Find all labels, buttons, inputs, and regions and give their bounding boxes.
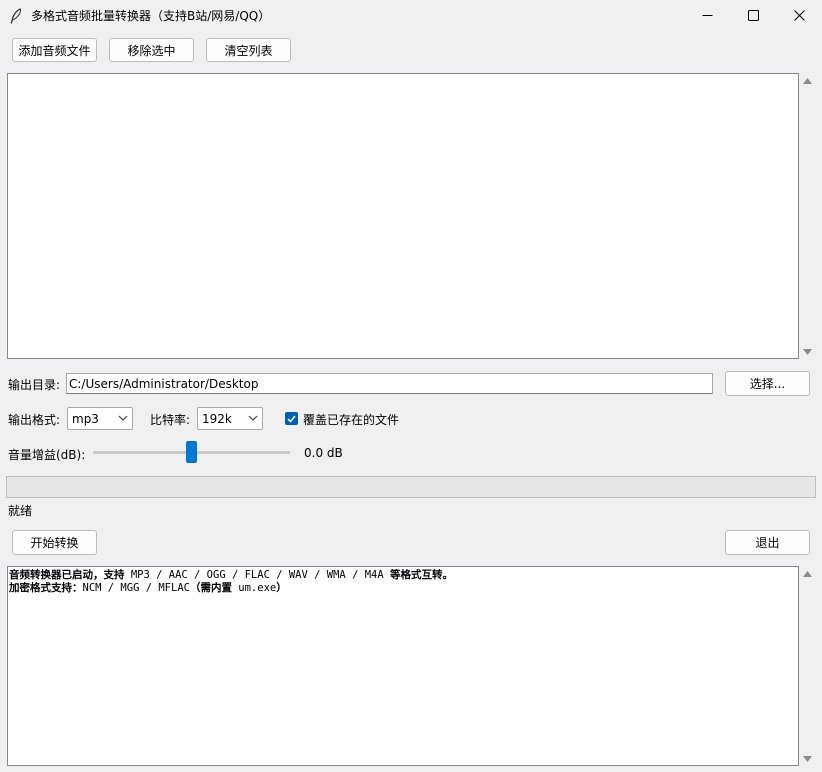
log-scrollbar[interactable]: [799, 566, 816, 766]
output-dir-input[interactable]: C:/Users/Administrator/Desktop: [66, 373, 713, 394]
log-line: 音频转换器已启动，支持 MP3 / AAC / OGG / FLAC / WAV…: [9, 569, 798, 582]
bitrate-label: 比特率:: [150, 413, 191, 427]
minimize-button[interactable]: [684, 0, 730, 31]
file-listbox[interactable]: [7, 73, 799, 359]
start-convert-button[interactable]: 开始转换: [12, 530, 97, 555]
clear-list-button[interactable]: 清空列表: [206, 38, 291, 62]
scroll-down-arrow-icon[interactable]: [799, 349, 816, 355]
log-text: 音频转换器已启动，支持: [9, 569, 125, 581]
window-title: 多格式音频批量转换器（支持B站/网易/QQ）: [31, 9, 271, 23]
log-text: um.exe: [231, 582, 277, 594]
log-text: 等格式互转。: [390, 569, 454, 581]
overwrite-label: 覆盖已存在的文件: [303, 413, 400, 427]
bitrate-select[interactable]: 192k: [197, 407, 263, 430]
chevron-down-icon: [118, 415, 128, 421]
log-text: （需内置: [189, 582, 232, 594]
log-line: 加密格式支持：NCM / MGG / MFLAC（需内置 um.exe）: [9, 582, 798, 595]
maximize-icon: [747, 10, 759, 21]
title-bar: 多格式音频批量转换器（支持B站/网易/QQ）: [0, 0, 822, 31]
gain-slider-thumb[interactable]: [186, 441, 197, 463]
close-button[interactable]: [776, 0, 822, 31]
exit-button[interactable]: 退出: [725, 530, 810, 555]
gain-label: 音量增益(dB):: [8, 448, 86, 462]
output-format-select[interactable]: mp3: [67, 407, 133, 430]
log-text: MP3 / AAC / OGG / FLAC / WAV / WMA / M4A: [124, 569, 391, 581]
scroll-down-arrow-icon[interactable]: [799, 756, 816, 762]
output-format-label: 输出格式:: [8, 413, 61, 427]
scroll-up-arrow-icon[interactable]: [799, 78, 816, 84]
log-text: NCM / MGG / MFLAC: [82, 582, 190, 594]
add-audio-files-button[interactable]: 添加音频文件: [12, 38, 97, 62]
log-text: ）: [276, 582, 287, 594]
overwrite-checkbox[interactable]: [285, 412, 298, 425]
checkmark-icon: [287, 415, 296, 423]
remove-selected-button[interactable]: 移除选中: [109, 38, 194, 62]
close-icon: [793, 10, 805, 21]
bitrate-value: 192k: [202, 411, 232, 426]
gain-value: 0.0 dB: [304, 446, 343, 460]
log-text: 加密格式支持：: [9, 582, 83, 594]
progress-bar: [6, 476, 816, 498]
output-format-value: mp3: [72, 411, 99, 426]
status-text: 就绪: [8, 504, 33, 518]
feather-app-icon: [10, 8, 22, 24]
maximize-button[interactable]: [730, 0, 776, 31]
scroll-up-arrow-icon[interactable]: [799, 571, 816, 577]
minimize-icon: [702, 15, 712, 16]
chevron-down-icon: [248, 415, 258, 421]
log-textbox[interactable]: 音频转换器已启动，支持 MP3 / AAC / OGG / FLAC / WAV…: [7, 566, 799, 766]
output-dir-label: 输出目录:: [8, 378, 61, 392]
choose-dir-button[interactable]: 选择...: [725, 371, 810, 396]
file-list-scrollbar[interactable]: [799, 73, 816, 359]
